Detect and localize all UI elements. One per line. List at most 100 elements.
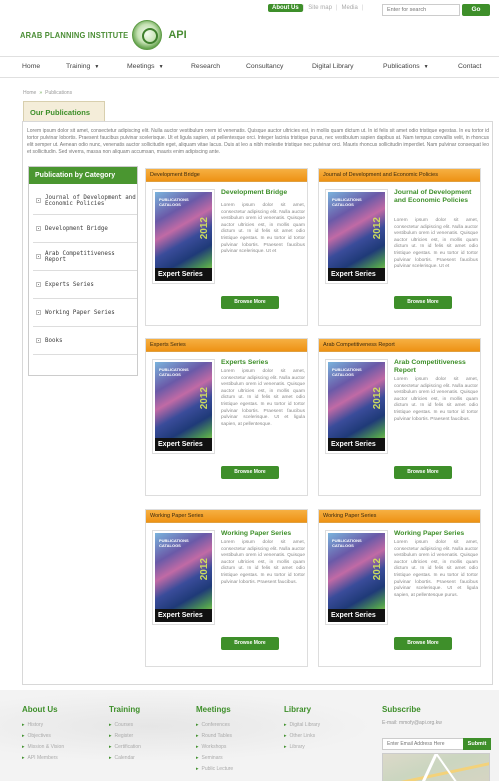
divider: | <box>361 5 364 11</box>
cover-title: PUBLICATIONS CATALOGS <box>332 538 362 548</box>
top-link-site-map[interactable]: Site map <box>304 4 336 12</box>
footer-heading: Subscribe <box>382 705 421 714</box>
subscribe-button[interactable]: Submit <box>463 738 491 750</box>
nav-meetings-label: Meetings <box>127 63 155 70</box>
cover-image[interactable]: PUBLICATIONS CATALOGS 2012 Expert Series <box>152 189 215 284</box>
footer-column-about: About Us History Objectives Mission & Vi… <box>22 705 64 764</box>
card-title[interactable]: Development Bridge <box>221 189 305 197</box>
browse-more-button[interactable]: Browse More <box>394 296 452 309</box>
nav-digital-library[interactable]: Digital Library <box>312 63 354 70</box>
footer-link[interactable]: Other Links <box>284 731 320 742</box>
caret-down-icon: ▼ <box>94 64 100 70</box>
sidebar-item-experts[interactable]: Experts Series <box>33 271 137 299</box>
subscribe-email-input[interactable] <box>382 738 464 750</box>
card-description: Lorem ipsum dolor sit amet, consectetur … <box>221 369 305 427</box>
cover-band: Expert Series <box>328 609 385 622</box>
nav-training[interactable]: Training ▼ <box>66 63 99 70</box>
browse-more-button[interactable]: Browse More <box>221 466 279 479</box>
sidebar-item-label: Books <box>45 337 63 344</box>
footer-link[interactable]: Objectives <box>22 731 64 742</box>
card-title[interactable]: Working Paper Series <box>221 530 305 538</box>
bullet-icon <box>36 226 41 231</box>
footer-link[interactable]: Public Lecture <box>196 764 234 775</box>
cover-art: PUBLICATIONS CATALOGS 2012 Expert Series <box>328 362 385 451</box>
cover-image[interactable]: PUBLICATIONS CATALOGS 2012 Expert Series <box>152 359 215 454</box>
cover-band: Expert Series <box>155 438 212 451</box>
footer-link[interactable]: Mission & Vision <box>22 742 65 753</box>
publication-card: Development Bridge PUBLICATIONS CATALOGS … <box>145 168 308 326</box>
nav-publications-label: Publications <box>383 63 420 70</box>
top-link-about[interactable]: About Us <box>268 4 303 12</box>
footer-link[interactable]: History <box>22 720 64 731</box>
site-logo[interactable]: ARAB PLANNING INSTITUTE API <box>20 20 187 50</box>
browse-more-button[interactable]: Browse More <box>394 637 452 650</box>
cover-title-line: CATALOGS <box>332 202 354 207</box>
sidebar-item-books[interactable]: Books <box>33 327 137 355</box>
sidebar-item-competitiveness[interactable]: Arab Competitiveness Report <box>33 243 137 271</box>
card-header: Development Bridge <box>146 169 307 182</box>
sidebar-title: Publication by Category <box>29 167 137 184</box>
sidebar-item-working-paper[interactable]: Working Paper Series <box>33 299 137 327</box>
cover-band: Expert Series <box>328 268 385 281</box>
site-footer: About Us History Objectives Mission & Vi… <box>0 690 499 781</box>
category-sidebar: Publication by Category Journal of Devel… <box>28 166 138 376</box>
browse-more-button[interactable]: Browse More <box>394 466 452 479</box>
top-link-media[interactable]: Media <box>337 4 361 12</box>
sidebar-item-development-bridge[interactable]: Development Bridge <box>33 215 137 243</box>
footer-link[interactable]: Round Tables <box>196 731 233 742</box>
cover-title-line: CATALOGS <box>159 543 181 548</box>
nav-publications[interactable]: Publications ▼ <box>383 63 429 70</box>
cover-title-line: CATALOGS <box>159 202 181 207</box>
nav-contact[interactable]: Contact <box>458 63 481 70</box>
cover-image[interactable]: PUBLICATIONS CATALOGS 2012 Expert Series <box>325 189 388 284</box>
search-input[interactable] <box>382 4 460 16</box>
footer-link[interactable]: Register <box>109 731 141 742</box>
footer-link[interactable]: Library <box>284 742 320 753</box>
footer-link[interactable]: Certification <box>109 742 141 753</box>
cover-art: PUBLICATIONS CATALOGS 2012 Expert Series <box>328 192 385 281</box>
card-title[interactable]: Experts Series <box>221 359 305 367</box>
page-title: Our Publications <box>23 101 105 122</box>
footer-link[interactable]: API Members <box>22 753 64 764</box>
cover-title: PUBLICATIONS CATALOGS <box>332 197 362 207</box>
footer-link[interactable]: Workshops <box>196 742 233 753</box>
footer-link[interactable]: Seminars <box>196 753 233 764</box>
cover-title: PUBLICATIONS CATALOGS <box>159 538 189 548</box>
cover-year: 2012 <box>199 217 210 240</box>
nav-training-label: Training <box>66 63 91 70</box>
card-header: Arab Competitiveness Report <box>319 339 480 352</box>
location-map[interactable] <box>382 753 490 781</box>
cover-band: Expert Series <box>155 268 212 281</box>
cover-year: 2012 <box>372 558 383 581</box>
footer-link[interactable]: Digital Library <box>284 720 321 731</box>
breadcrumb-current: Publications <box>45 90 73 96</box>
sidebar-item-label: Working Paper Series <box>45 309 115 316</box>
footer-link[interactable]: Courses <box>109 720 141 731</box>
card-title[interactable]: Working Paper Series <box>394 530 478 538</box>
nav-research[interactable]: Research <box>191 63 220 70</box>
contact-email[interactable]: E-mail: mmofy@api.org.kw <box>382 720 494 726</box>
sidebar-item-journal[interactable]: Journal of Development and Economic Poli… <box>33 187 137 215</box>
card-title[interactable]: Arab Competitiveness Report <box>394 359 478 375</box>
cover-year: 2012 <box>199 387 210 410</box>
nav-home[interactable]: Home <box>22 63 40 70</box>
search-button[interactable]: Go <box>462 4 490 16</box>
cover-year: 2012 <box>372 217 383 240</box>
sidebar-item-label: Development Bridge <box>45 225 108 232</box>
cover-image[interactable]: PUBLICATIONS CATALOGS 2012 Expert Series <box>325 359 388 454</box>
nav-meetings[interactable]: Meetings ▼ <box>127 63 164 70</box>
cover-image[interactable]: PUBLICATIONS CATALOGS 2012 Expert Series <box>152 530 215 625</box>
cover-title-line: CATALOGS <box>332 372 354 377</box>
publication-card: Journal of Development and Economic Poli… <box>318 168 481 326</box>
browse-more-button[interactable]: Browse More <box>221 637 279 650</box>
breadcrumb-home[interactable]: Home <box>23 90 36 96</box>
cover-year: 2012 <box>199 558 210 581</box>
cover-image[interactable]: PUBLICATIONS CATALOGS 2012 Expert Series <box>325 530 388 625</box>
footer-heading: Training <box>109 705 141 714</box>
card-title[interactable]: Journal of Development and Economic Poli… <box>394 189 478 205</box>
card-description: Lorem ipsum dolor sit amet, consectetur … <box>221 203 305 255</box>
footer-link[interactable]: Conferences <box>196 720 233 731</box>
nav-consultancy[interactable]: Consultancy <box>246 63 283 70</box>
footer-link[interactable]: Calendar <box>109 753 141 764</box>
browse-more-button[interactable]: Browse More <box>221 296 279 309</box>
